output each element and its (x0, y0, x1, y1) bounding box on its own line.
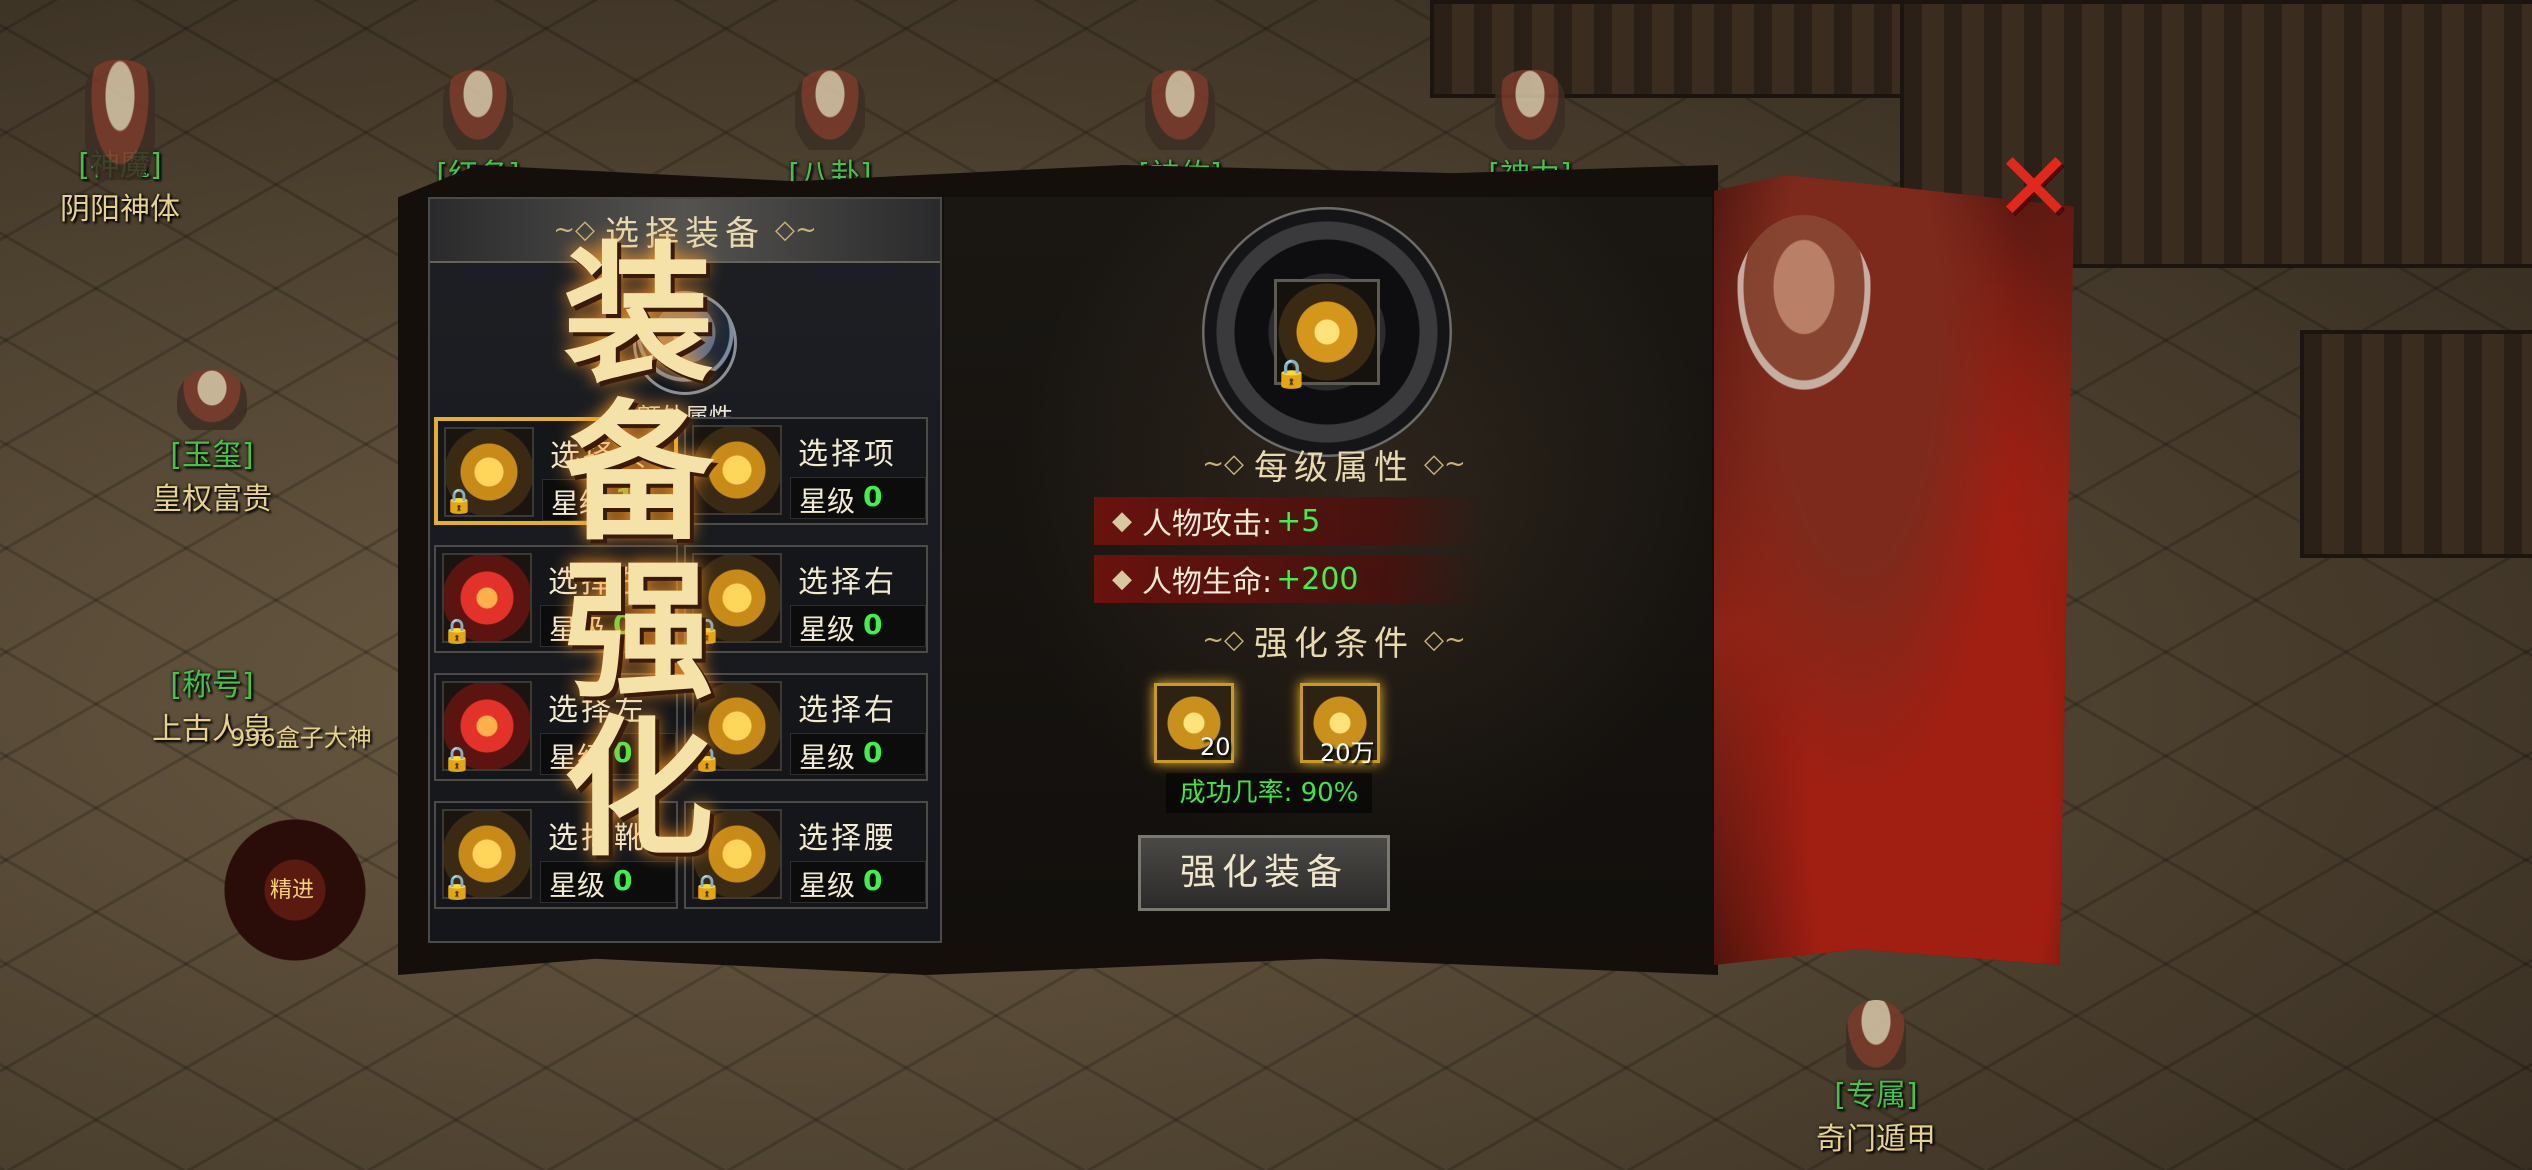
npc-tag: [称号] (170, 668, 254, 703)
enhance-banner (1714, 175, 2074, 965)
slot-right-bracelet[interactable]: 🔒 选择右镯 星级 0 (684, 545, 928, 653)
material-count: 20万 (1320, 739, 1375, 767)
success-rate: 成功几率: 90% (1166, 773, 1372, 813)
attribute-value: +200 (1276, 561, 1359, 597)
attribute-row: ◆ 人物生命: +200 (1094, 555, 1484, 603)
ornament-right-icon: ◇~ (1424, 449, 1466, 479)
star-level-value: 0 (613, 864, 633, 897)
npc-figure (795, 70, 865, 150)
attribute-row: ◆ 人物攻击: +5 (1094, 497, 1484, 545)
lock-icon: 🔒 (442, 745, 472, 773)
condition-title: 强化条件 (1254, 623, 1414, 664)
npc-title: 阴阳神体 (60, 192, 180, 227)
ornament-left-icon: ~◇ (1202, 449, 1244, 479)
star-level-label: 星级 (799, 485, 856, 518)
warrior-portrait (1734, 215, 1874, 395)
npc-figure (1495, 70, 1565, 150)
enhance-button[interactable]: 强化装备 (1138, 835, 1390, 911)
attribute-name: 人物生命: (1142, 565, 1273, 600)
star-level-label: 星级 (799, 869, 856, 902)
building-stall (2300, 330, 2532, 558)
ornament-right-icon: ◇~ (775, 215, 817, 245)
material-count: 20 (1200, 733, 1231, 761)
npc-shenmo[interactable]: [神魔] 阴阳神体 (20, 60, 220, 228)
slot-necklace[interactable]: 选择项链 星级 0 (684, 417, 928, 525)
enhance-info-panel: 🔒 ~◇ 每级属性 ◇~ ◆ 人物攻击: +5 ◆ 人物生命: +200 ~◇ … (944, 197, 1712, 943)
star-level-bar: 星级 0 (790, 477, 926, 519)
lock-icon: 🔒 (442, 873, 472, 901)
close-icon[interactable]: ✕ (1984, 139, 2084, 235)
star-level-label: 星级 (549, 869, 606, 902)
star-level-label: 星级 (799, 613, 856, 646)
npc-figure (85, 60, 155, 180)
ornament-left-icon: ~◇ (1202, 625, 1244, 655)
npc-figure (443, 70, 513, 150)
npc-figure (177, 370, 247, 430)
npc-tag: [玉玺] (170, 438, 254, 473)
npc-tag: [专属] (1834, 1078, 1918, 1113)
portal-crest[interactable]: 精进 (200, 800, 390, 980)
npc-figure (1846, 1000, 1906, 1070)
star-level-value: 0 (863, 864, 883, 897)
npc-title: 皇权富贵 (152, 482, 272, 517)
slot-belt[interactable]: 🔒 选择腰带 星级 0 (684, 801, 928, 909)
star-level-bar: 星级 0 (790, 733, 926, 775)
condition-header: ~◇ 强化条件 ◇~ (1124, 609, 1544, 671)
lock-icon: 🔒 (442, 617, 472, 645)
npc-zhuanshu[interactable]: [专属] 奇门遁甲 (1776, 1000, 1976, 1158)
star-level-value: 0 (863, 480, 883, 513)
star-level-bar: 星级 0 (790, 861, 926, 903)
npc-yuxi[interactable]: [玉玺] 皇权富贵 (112, 370, 312, 518)
ornament-right-icon: ◇~ (1424, 625, 1466, 655)
portal-label: 精进 (270, 878, 315, 903)
diamond-icon: ◆ (1112, 564, 1132, 594)
star-level-bar: 星级 0 (790, 605, 926, 647)
slot-right-ring[interactable]: 🔒 选择右戒 星级 0 (684, 673, 928, 781)
diamond-icon: ◆ (1112, 506, 1132, 536)
equipment-enhance-dialog: ~◇ 选择装备 ◇~ 额外属性 🔒 选择头盔 星级 1 选择项链 星级 0 (398, 139, 2078, 975)
star-level-value: 0 (863, 608, 883, 641)
attribute-value: +5 (1276, 503, 1321, 539)
per-level-header: ~◇ 每级属性 ◇~ (1124, 433, 1544, 495)
player-name-label: 996盒子大神 (230, 724, 372, 752)
per-level-title: 每级属性 (1254, 447, 1414, 488)
star-level-bar: 星级 0 (540, 861, 676, 903)
attribute-name: 人物攻击: (1142, 507, 1273, 542)
lock-icon: 🔒 (444, 487, 474, 515)
npc-figure (1145, 70, 1215, 150)
star-level-value: 0 (863, 736, 883, 769)
npc-title: 奇门遁甲 (1816, 1122, 1936, 1157)
star-level-label: 星级 (799, 741, 856, 774)
banner-title: 装备强化 (538, 235, 714, 867)
lock-icon: 🔒 (1274, 357, 1309, 390)
lock-icon: 🔒 (692, 873, 722, 901)
